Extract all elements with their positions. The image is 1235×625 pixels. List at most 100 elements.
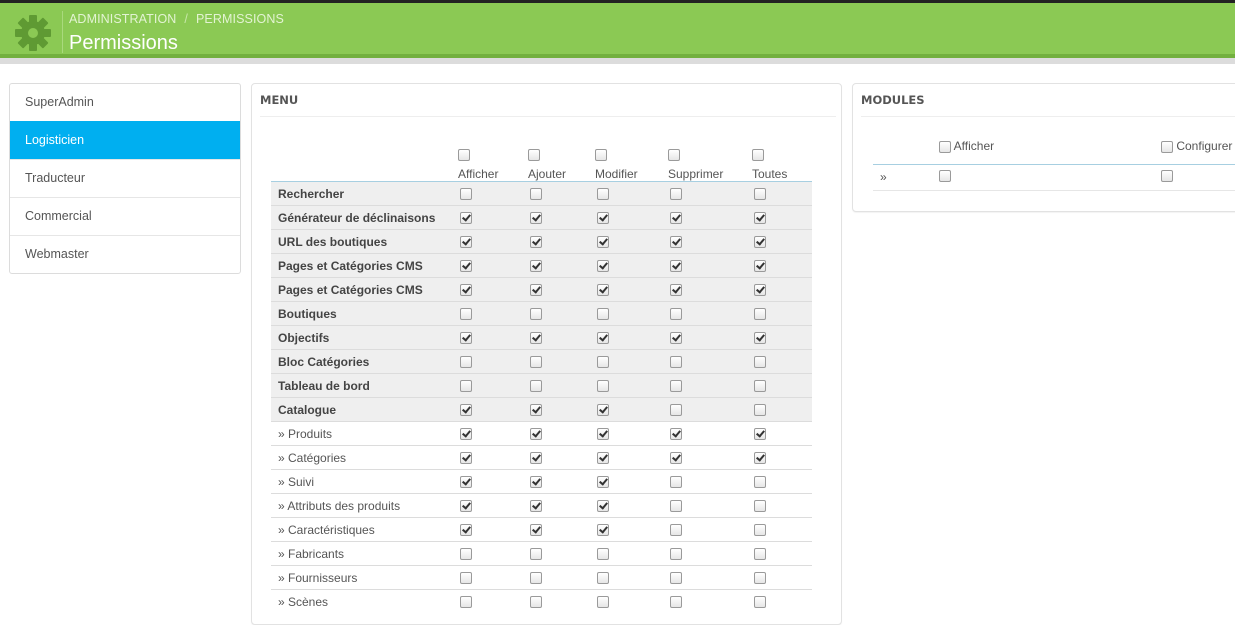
permission-checkbox[interactable] — [670, 548, 682, 561]
permission-checkbox[interactable] — [670, 524, 682, 537]
permission-checkbox[interactable] — [670, 452, 682, 465]
select-all-checkbox-0[interactable] — [458, 149, 470, 161]
permission-checkbox[interactable] — [460, 308, 472, 321]
permission-checkbox[interactable] — [530, 284, 542, 297]
permission-checkbox[interactable] — [670, 260, 682, 273]
sidebar-item-2[interactable]: Traducteur — [10, 159, 240, 197]
permission-checkbox[interactable] — [597, 308, 609, 321]
permission-checkbox[interactable] — [670, 596, 682, 609]
permission-checkbox[interactable] — [670, 500, 682, 513]
permission-checkbox[interactable] — [670, 476, 682, 489]
permission-checkbox[interactable] — [530, 332, 542, 345]
permission-checkbox[interactable] — [597, 404, 609, 417]
permission-checkbox[interactable] — [670, 380, 682, 393]
permission-checkbox[interactable] — [597, 332, 609, 345]
permission-checkbox[interactable] — [460, 596, 472, 609]
modules-afficher-all-checkbox[interactable] — [939, 140, 951, 153]
permission-checkbox[interactable] — [460, 188, 472, 201]
permission-checkbox[interactable] — [597, 428, 609, 441]
permission-checkbox[interactable] — [530, 236, 542, 249]
modules-row-configurer-checkbox[interactable] — [1161, 170, 1173, 182]
permission-checkbox[interactable] — [754, 428, 766, 441]
permission-checkbox[interactable] — [754, 212, 766, 225]
permission-checkbox[interactable] — [754, 188, 766, 201]
permission-checkbox[interactable] — [530, 428, 542, 441]
permission-checkbox[interactable] — [670, 332, 682, 345]
permission-checkbox[interactable] — [754, 332, 766, 345]
permission-checkbox[interactable] — [460, 404, 472, 417]
permission-checkbox[interactable] — [460, 524, 472, 537]
permission-checkbox[interactable] — [530, 404, 542, 417]
permission-checkbox[interactable] — [754, 500, 766, 513]
permission-checkbox[interactable] — [754, 404, 766, 417]
permission-checkbox[interactable] — [530, 476, 542, 489]
permission-checkbox[interactable] — [530, 260, 542, 273]
permission-checkbox[interactable] — [754, 452, 766, 465]
sidebar-item-3[interactable]: Commercial — [10, 197, 240, 235]
permission-checkbox[interactable] — [460, 572, 472, 585]
permission-checkbox[interactable] — [670, 188, 682, 201]
permission-checkbox[interactable] — [530, 524, 542, 537]
permission-checkbox[interactable] — [460, 356, 472, 369]
permission-checkbox[interactable] — [597, 356, 609, 369]
permission-checkbox[interactable] — [530, 596, 542, 609]
modules-row-afficher-checkbox[interactable] — [939, 170, 951, 182]
permission-checkbox[interactable] — [597, 212, 609, 225]
permission-checkbox[interactable] — [754, 596, 766, 609]
permission-checkbox[interactable] — [460, 284, 472, 297]
permission-checkbox[interactable] — [754, 572, 766, 585]
permission-checkbox[interactable] — [754, 476, 766, 489]
permission-checkbox[interactable] — [460, 212, 472, 225]
permission-checkbox[interactable] — [530, 308, 542, 321]
permission-checkbox[interactable] — [754, 284, 766, 297]
permission-checkbox[interactable] — [754, 236, 766, 249]
permission-checkbox[interactable] — [597, 188, 609, 201]
permission-checkbox[interactable] — [597, 500, 609, 513]
permission-checkbox[interactable] — [460, 452, 472, 465]
permission-checkbox[interactable] — [460, 476, 472, 489]
select-all-checkbox-1[interactable] — [528, 149, 540, 161]
select-all-checkbox-4[interactable] — [752, 149, 764, 161]
sidebar-item-4[interactable]: Webmaster — [10, 235, 240, 273]
modules-configurer-all-checkbox[interactable] — [1161, 140, 1173, 153]
sidebar-item-0[interactable]: SuperAdmin — [10, 84, 240, 121]
permission-checkbox[interactable] — [670, 404, 682, 417]
permission-checkbox[interactable] — [597, 380, 609, 393]
permission-checkbox[interactable] — [530, 380, 542, 393]
permission-checkbox[interactable] — [460, 332, 472, 345]
permission-checkbox[interactable] — [670, 284, 682, 297]
permission-checkbox[interactable] — [530, 548, 542, 561]
sidebar-item-1[interactable]: Logisticien — [10, 121, 240, 159]
permission-checkbox[interactable] — [597, 476, 609, 489]
permission-checkbox[interactable] — [597, 236, 609, 249]
permission-checkbox[interactable] — [754, 548, 766, 561]
permission-checkbox[interactable] — [597, 452, 609, 465]
permission-checkbox[interactable] — [670, 308, 682, 321]
permission-checkbox[interactable] — [530, 356, 542, 369]
permission-checkbox[interactable] — [460, 260, 472, 273]
permission-checkbox[interactable] — [670, 428, 682, 441]
permission-checkbox[interactable] — [530, 452, 542, 465]
permission-checkbox[interactable] — [597, 596, 609, 609]
permission-checkbox[interactable] — [530, 572, 542, 585]
select-all-checkbox-3[interactable] — [668, 149, 680, 161]
permission-checkbox[interactable] — [670, 572, 682, 585]
permission-checkbox[interactable] — [460, 548, 472, 561]
permission-checkbox[interactable] — [530, 212, 542, 225]
permission-checkbox[interactable] — [460, 428, 472, 441]
permission-checkbox[interactable] — [530, 500, 542, 513]
permission-checkbox[interactable] — [754, 380, 766, 393]
permission-checkbox[interactable] — [460, 236, 472, 249]
permission-checkbox[interactable] — [597, 524, 609, 537]
permission-checkbox[interactable] — [754, 356, 766, 369]
permission-checkbox[interactable] — [597, 284, 609, 297]
permission-checkbox[interactable] — [460, 500, 472, 513]
permission-checkbox[interactable] — [754, 308, 766, 321]
breadcrumb-item-administration[interactable]: ADMINISTRATION — [69, 12, 176, 26]
permission-checkbox[interactable] — [670, 212, 682, 225]
select-all-checkbox-2[interactable] — [595, 149, 607, 161]
permission-checkbox[interactable] — [597, 548, 609, 561]
permission-checkbox[interactable] — [754, 524, 766, 537]
permission-checkbox[interactable] — [530, 188, 542, 201]
permission-checkbox[interactable] — [597, 260, 609, 273]
